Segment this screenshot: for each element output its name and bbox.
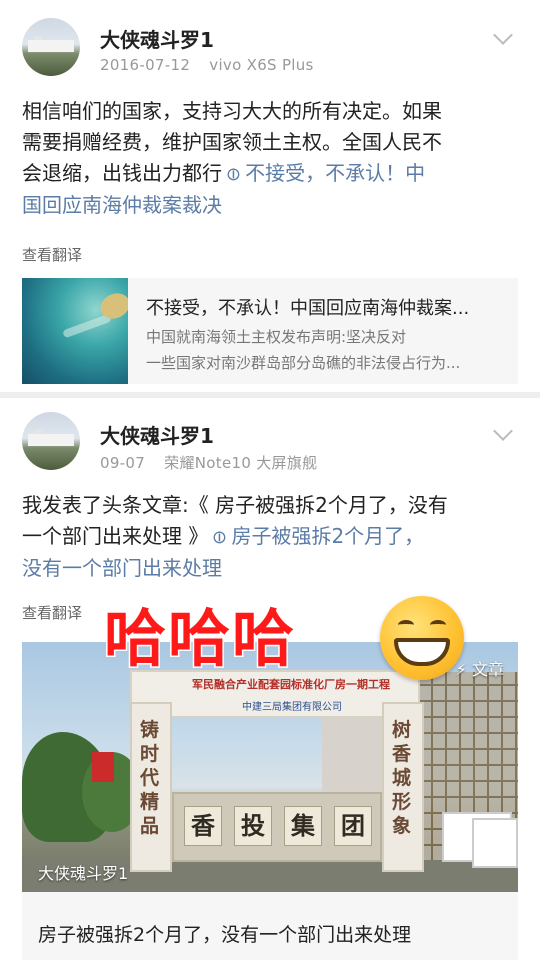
photo-detail: [472, 818, 518, 868]
chevron-down-icon[interactable]: [493, 25, 513, 45]
avatar[interactable]: [22, 18, 80, 76]
post-text-line: 相信咱们的国家，支持习大大的所有决定。如果: [22, 99, 442, 123]
grinning-face-emoji-icon: [380, 596, 464, 680]
gate-pillar-right: 树香城形象: [382, 702, 424, 872]
article-badge: ⚡ 文章: [455, 660, 504, 679]
avatar-detail: [28, 40, 74, 52]
pillar-text: 铸时代精品: [140, 719, 160, 837]
card-summary-line: 一些国家对南沙群岛部分岛礁的非法侵占行为...: [146, 354, 461, 372]
gate-pillar-left: 铸时代精品: [130, 702, 172, 872]
chevron-down-icon[interactable]: [493, 421, 513, 441]
article-card[interactable]: 军民融合产业配套园标准化厂房一期工程 中建三局集团有限公司 铸时代精品 树香城形…: [22, 642, 518, 960]
wall-char: 团: [334, 806, 372, 846]
avatar[interactable]: [22, 412, 80, 470]
translate-link[interactable]: 查看翻译: [22, 602, 82, 623]
wall-sign: 香 投 集 团: [178, 806, 378, 846]
post-meta: 09-07 荣耀Note10 大屏旗舰: [100, 452, 331, 473]
pillar-text: 树香城形象: [392, 719, 412, 837]
overlay-text: 哈哈哈: [102, 601, 297, 677]
post-text-line: 一个部门出来处理 》⊘房子被强拆2个月了，: [22, 521, 522, 553]
username[interactable]: 大侠魂斗罗1: [100, 420, 214, 449]
post-device: 荣耀Note10 大屏旗舰: [164, 454, 318, 472]
post-link[interactable]: 房子被强拆2个月了，: [231, 524, 424, 548]
photo-detail: [92, 752, 114, 782]
thumbnail-detail: [62, 313, 112, 339]
post-link[interactable]: 没有一个部门出来处理: [22, 553, 522, 584]
card-thumbnail: [22, 278, 128, 384]
post-link[interactable]: 不接受，不承认！中: [245, 161, 425, 185]
post-text: 我发表了头条文章:《 房子被强拆2个月了，没有 一个部门出来处理 》⊘房子被强拆…: [22, 490, 522, 584]
gate-banner-text: 军民融合产业配套园标准化厂房一期工程: [192, 678, 390, 691]
card-summary-line: 中国就南海领土主权发布声明:坚决反对: [146, 328, 407, 346]
wall-char: 投: [234, 806, 272, 846]
post-device: vivo X6S Plus: [209, 56, 314, 74]
post-text-segment: 一个部门出来处理 》: [22, 524, 209, 548]
photo-watermark: 大侠魂斗罗1: [38, 864, 129, 883]
post-date: 09-07: [100, 454, 146, 472]
avatar-detail: [28, 434, 74, 446]
post-text-segment: 会退缩，出钱出力都行: [22, 161, 222, 185]
gate-wall: 香 投 集 团: [172, 792, 382, 862]
link-card[interactable]: 不接受，不承认！中国回应南海仲裁案... 中国就南海领土主权发布声明:坚决反对 …: [22, 278, 518, 384]
post-text-line: 需要捐赠经费，维护国家领土主权。全国人民不: [22, 130, 442, 154]
article-title: 房子被强拆2个月了，没有一个部门出来处理: [38, 924, 412, 946]
emoji-mouth: [394, 638, 450, 666]
post-2: 大侠魂斗罗1 09-07 荣耀Note10 大屏旗舰 我发表了头条文章:《 房子…: [0, 398, 540, 960]
gate-sub-text: 中建三局集团有限公司: [242, 702, 342, 713]
wall-char: 集: [284, 806, 322, 846]
username[interactable]: 大侠魂斗罗1: [100, 24, 214, 53]
post-meta: 2016-07-12 vivo X6S Plus: [100, 56, 328, 74]
emoji-eye: [430, 620, 446, 630]
post-link[interactable]: 国回应南海仲裁案裁决: [22, 190, 522, 221]
post-text-line: 会退缩，出钱出力都行⊘不接受，不承认！中: [22, 158, 522, 190]
translate-link[interactable]: 查看翻译: [22, 244, 82, 265]
post-text: 相信咱们的国家，支持习大大的所有决定。如果 需要捐赠经费，维护国家领土主权。全国…: [22, 96, 522, 221]
post-text-line: 我发表了头条文章:《 房子被强拆2个月了，没有: [22, 493, 448, 517]
card-title: 不接受，不承认！中国回应南海仲裁案...: [146, 298, 470, 319]
article-photo: 军民融合产业配套园标准化厂房一期工程 中建三局集团有限公司 铸时代精品 树香城形…: [22, 642, 518, 892]
post-date: 2016-07-12: [100, 56, 191, 74]
emoji-eye: [398, 620, 414, 630]
wall-char: 香: [184, 806, 222, 846]
post-1: 大侠魂斗罗1 2016-07-12 vivo X6S Plus 相信咱们的国家，…: [0, 0, 540, 392]
